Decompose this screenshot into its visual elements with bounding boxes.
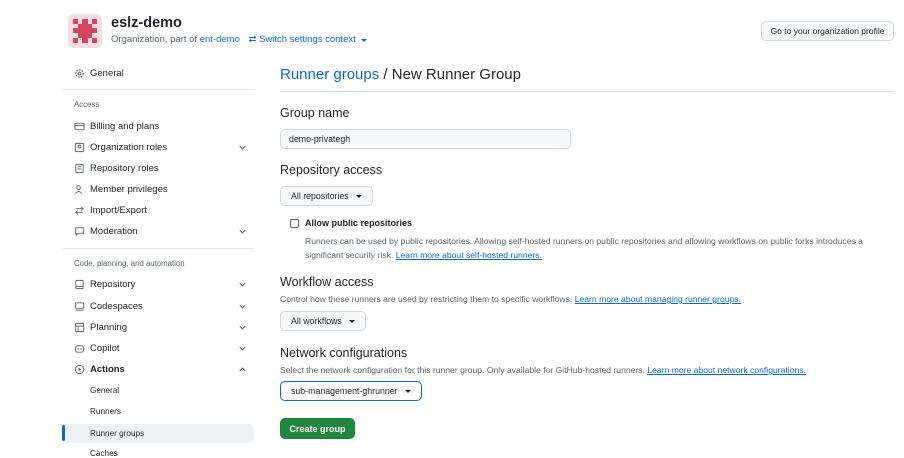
group-name-heading: Group name xyxy=(280,106,350,120)
allow-public-description: Runners can be used by public repositori… xyxy=(305,235,895,262)
sidebar-subitem-runner-groups[interactable]: Runner groups xyxy=(90,429,144,438)
sidebar-item-label: General xyxy=(90,67,124,79)
workflow-access-description: Control how these runners are used by re… xyxy=(280,294,741,304)
credit-card-icon xyxy=(74,121,85,132)
sidebar-section-access: Access xyxy=(74,100,100,109)
workflow-desc-text: Control how these runners are used by re… xyxy=(280,294,573,304)
sidebar-subitem-general[interactable]: General xyxy=(90,386,119,395)
sidebar-item-label: Import/Export xyxy=(90,204,148,216)
sidebar-item-repository[interactable]: Repository xyxy=(74,275,135,293)
sidebar-item-codespaces[interactable]: Codespaces xyxy=(74,297,143,315)
play-icon xyxy=(74,364,85,375)
org-avatar xyxy=(68,14,102,48)
allow-public-checkbox[interactable] xyxy=(290,219,299,228)
caret-down-icon xyxy=(404,389,411,393)
allow-public-label: Allow public repositories xyxy=(305,218,413,228)
sidebar-item-label: Organization roles xyxy=(90,141,168,153)
managing-runner-groups-link[interactable]: Learn more about managing runner groups. xyxy=(575,294,741,304)
network-desc-text: Select the network configuration for thi… xyxy=(280,365,645,375)
person-icon xyxy=(74,184,85,195)
sidebar-item-label: Repository xyxy=(90,278,136,290)
switch-context-label: Switch settings context xyxy=(259,34,356,45)
chevron-down-icon[interactable] xyxy=(238,302,247,311)
org-subtitle-prefix: Organization, part of xyxy=(111,34,198,45)
org-name: eslz-demo xyxy=(111,15,182,31)
network-configuration-dropdown[interactable]: sub-management-ghrunner xyxy=(280,381,422,401)
self-hosted-runners-link[interactable]: Learn more about self-hosted runners. xyxy=(396,250,542,260)
network-configurations-heading: Network configurations xyxy=(280,346,408,360)
table-icon xyxy=(74,322,85,333)
sidebar-item-label: Actions xyxy=(90,363,125,375)
title-divider xyxy=(280,91,894,92)
enterprise-link[interactable]: ent-demo xyxy=(200,34,240,45)
sidebar-divider xyxy=(63,89,254,90)
sidebar-item-label: Copilot xyxy=(90,342,120,354)
repository-access-dropdown[interactable]: All repositories xyxy=(280,186,373,206)
sidebar-item-label: Member privileges xyxy=(90,183,168,195)
dropdown-label: All workflows xyxy=(291,316,342,326)
chevron-down-icon[interactable] xyxy=(238,280,247,289)
sidebar-subitem-runners[interactable]: Runners xyxy=(90,407,121,416)
breadcrumb: Runner groups / New Runner Group xyxy=(280,66,521,83)
org-subtitle: Organization, part of ent-demo ⇄ Switch … xyxy=(111,34,368,45)
caret-down-icon xyxy=(355,194,362,198)
comment-icon xyxy=(74,226,85,237)
repository-access-heading: Repository access xyxy=(280,163,383,177)
chevron-down-icon[interactable] xyxy=(238,227,247,236)
people-roles-icon xyxy=(74,142,85,153)
sidebar-item-import-export[interactable]: Import/Export xyxy=(74,201,147,219)
breadcrumb-runner-groups-link[interactable]: Runner groups xyxy=(280,66,379,83)
sidebar-subitem-caches[interactable]: Caches xyxy=(90,449,118,458)
create-group-button[interactable]: Create group xyxy=(280,418,355,439)
sidebar-item-label: Moderation xyxy=(90,225,138,237)
caret-down-icon xyxy=(361,39,368,42)
sidebar-item-label: Planning xyxy=(90,321,127,333)
switch-context-link[interactable]: ⇄ Switch settings context xyxy=(249,34,368,45)
page-title: New Runner Group xyxy=(391,66,521,83)
allow-public-desc-text: Runners can be used by public repositori… xyxy=(305,236,863,260)
chevron-down-icon[interactable] xyxy=(238,143,247,152)
sidebar-item-org-roles[interactable]: Organization roles xyxy=(74,138,167,156)
sidebar-item-member-privileges[interactable]: Member privileges xyxy=(74,180,168,198)
network-configurations-link[interactable]: Learn more about network configurations. xyxy=(647,365,806,375)
dropdown-label: All repositories xyxy=(291,191,349,201)
workflow-access-dropdown[interactable]: All workflows xyxy=(280,311,366,331)
codespaces-icon xyxy=(74,301,85,312)
group-name-input[interactable]: demo-privategh xyxy=(280,129,571,149)
chevron-down-icon[interactable] xyxy=(238,344,247,353)
sidebar-item-label: Repository roles xyxy=(90,162,159,174)
sidebar-item-moderation[interactable]: Moderation xyxy=(74,222,138,240)
sidebar-item-label: Codespaces xyxy=(90,300,143,312)
sidebar-item-copilot[interactable]: Copilot xyxy=(74,339,120,357)
sidebar-item-planning[interactable]: Planning xyxy=(74,318,127,336)
gear-icon xyxy=(74,68,85,79)
switch-icon: ⇄ xyxy=(248,34,257,45)
dropdown-label: sub-management-ghrunner xyxy=(291,386,398,396)
sidebar-item-billing[interactable]: Billing and plans xyxy=(74,117,159,135)
breadcrumb-separator: / xyxy=(383,66,388,83)
sidebar-active-indicator xyxy=(62,425,65,441)
org-profile-button[interactable]: Go to your organization profile xyxy=(761,21,894,41)
sidebar-item-general[interactable]: General xyxy=(74,64,124,82)
repo-icon xyxy=(74,279,85,290)
copilot-icon xyxy=(74,343,85,354)
sidebar-item-label: Billing and plans xyxy=(90,120,160,132)
network-configurations-description: Select the network configuration for thi… xyxy=(280,365,806,375)
sidebar-item-repo-roles[interactable]: Repository roles xyxy=(74,159,159,177)
sidebar-divider xyxy=(63,248,254,249)
sidebar-section-code: Code, planning, and automation xyxy=(74,259,185,268)
repo-roles-icon xyxy=(74,163,85,174)
caret-down-icon xyxy=(348,319,355,323)
chevron-down-icon[interactable] xyxy=(238,323,247,332)
workflow-access-heading: Workflow access xyxy=(280,275,374,289)
chevron-up-icon[interactable] xyxy=(238,365,247,374)
sidebar-item-actions[interactable]: Actions xyxy=(74,360,125,378)
arrows-icon xyxy=(74,205,85,216)
